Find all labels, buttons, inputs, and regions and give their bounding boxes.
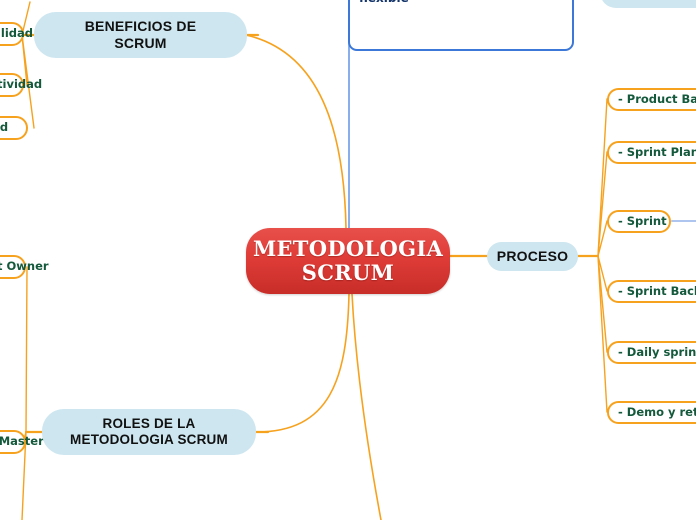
leaf-beneficios-3[interactable]: - Calidad <box>0 116 28 140</box>
branch-label: ROLES DE LA METODOLOGIA SCRUM <box>70 416 228 448</box>
leaf-beneficios-2[interactable]: - Productividad <box>0 73 42 97</box>
note-box[interactable]: cambiantes de un modo flexible <box>348 0 574 51</box>
leaf-label: - Calidad <box>0 120 9 135</box>
leaf-label: - Scrum Master <box>0 434 44 449</box>
root-label: METODOLOGIA SCRUM <box>253 237 443 284</box>
branch-label: BENEFICIOS DE SCRUM <box>85 18 197 52</box>
branch-label-line2: METODOLOGIA SCRUM <box>70 432 228 447</box>
leaf-label: - Sprint Planning <box>618 144 696 159</box>
branch-beneficios-de-scrum[interactable]: BENEFICIOS DE SCRUM <box>34 12 247 58</box>
leaf-proceso-daily-sprint-meeting[interactable]: - Daily sprint meeting <box>607 341 696 364</box>
branch-node-clipped-topright[interactable] <box>600 0 696 8</box>
branch-proceso[interactable]: PROCESO <box>487 242 578 271</box>
leaf-proceso-sprint-planning[interactable]: - Sprint Planning <box>607 141 696 164</box>
link-proceso-step-4 <box>597 255 608 292</box>
leaf-proceso-demo-y-retrospectiva[interactable]: - Demo y retrospectiva <box>607 401 696 424</box>
link-proceso-step-2 <box>597 151 608 257</box>
leaf-label: - Productividad <box>0 77 43 92</box>
leaf-label: - Product Backlog <box>618 91 696 106</box>
link-root-beneficios <box>245 34 347 229</box>
leaf-roles-1[interactable]: - Product Owner <box>0 255 49 279</box>
branch-label: PROCESO <box>496 248 569 265</box>
root-label-line1: METODOLOGIA <box>252 236 444 262</box>
branch-label-line2: SCRUM <box>114 35 167 51</box>
leaf-label: - Sprint <box>618 213 667 228</box>
root-node-metodologia-scrum[interactable]: METODOLOGIA SCRUM <box>246 228 450 294</box>
note-text: cambiantes de un modo flexible <box>359 0 563 7</box>
leaf-label: - Sprint Backlog <box>618 283 696 298</box>
leaf-label: - Demo y retrospectiva <box>618 404 696 419</box>
link-proceso-step-3 <box>597 220 608 257</box>
leaf-proceso-sprint-backlog[interactable]: - Sprint Backlog <box>607 280 696 303</box>
link-root-roles <box>255 293 350 433</box>
link-root-bottom <box>351 293 382 520</box>
root-label-line2: SCRUM <box>301 260 395 285</box>
leaf-proceso-product-backlog[interactable]: - Product Backlog <box>607 88 696 111</box>
branch-roles-de-la-metodologia-scrum[interactable]: ROLES DE LA METODOLOGIA SCRUM <box>42 409 256 455</box>
branch-label-line1: ROLES DE LA <box>102 415 196 431</box>
link-proceso-step-5 <box>597 255 608 353</box>
leaf-label: - Daily sprint meeting <box>618 344 696 359</box>
leaf-proceso-sprint[interactable]: - Sprint <box>607 210 671 233</box>
link-proceso-step-6 <box>597 255 608 413</box>
leaf-roles-2[interactable]: - Scrum Master <box>0 430 44 454</box>
branch-label-line1: BENEFICIOS DE <box>84 18 197 35</box>
leaf-label: - Product Owner <box>0 259 49 274</box>
leaf-beneficios-1[interactable]: - Flexibilidad <box>0 22 33 46</box>
mindmap-canvas: - Flexibilidad - Productividad - Calidad… <box>0 0 696 520</box>
link-roles-item-1 <box>25 266 28 433</box>
link-proceso-step-1 <box>597 98 608 257</box>
leaf-label: - Flexibilidad <box>0 26 34 41</box>
